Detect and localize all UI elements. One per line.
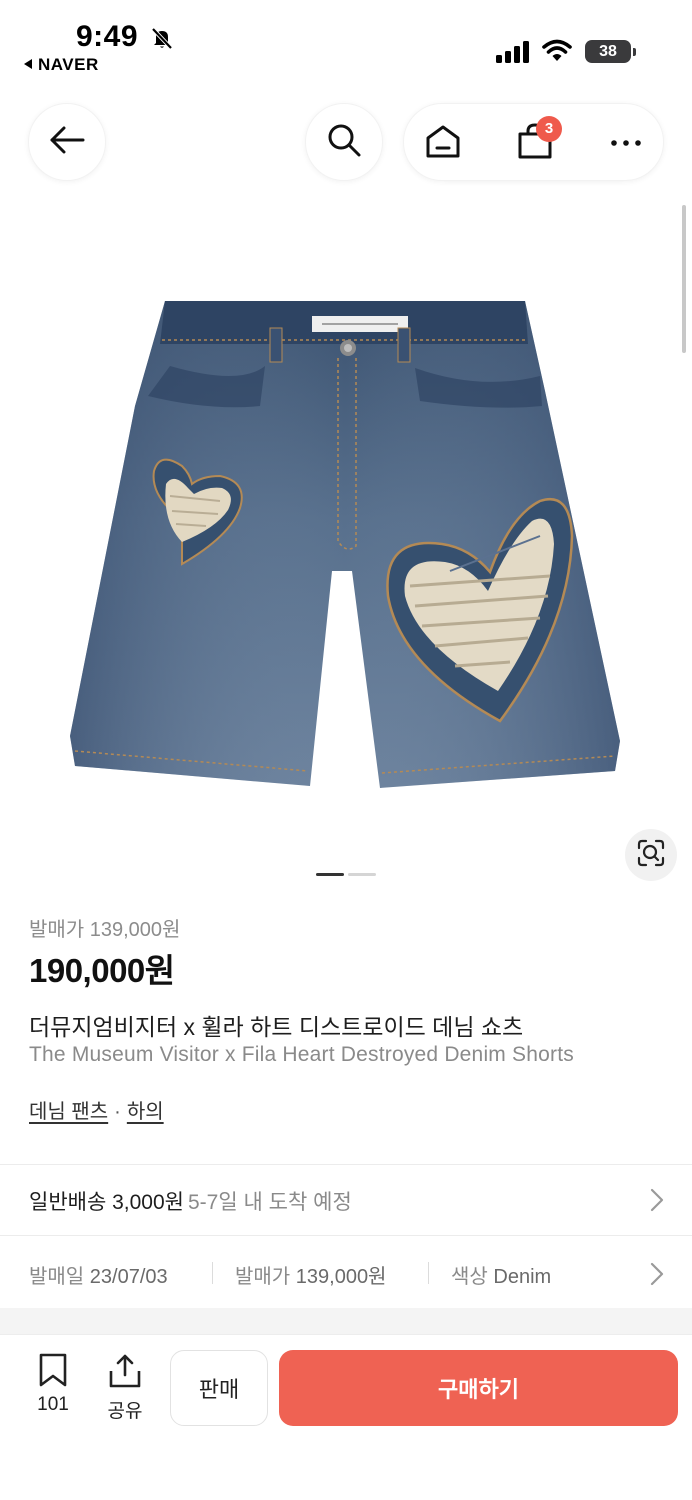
release-price-info: 발매가 139,000원: [235, 1260, 386, 1289]
category-link-bottoms[interactable]: 하의: [127, 1101, 164, 1123]
battery-indicator: 38: [585, 40, 636, 63]
search-button[interactable]: [305, 103, 383, 181]
arrow-left-icon: [49, 125, 85, 160]
cart-button[interactable]: [496, 104, 574, 182]
meta-separator: [212, 1262, 213, 1284]
bookmark-icon: [37, 1353, 69, 1391]
shipping-info: 일반배송 3,000원 5-7일 내 도착 예정: [29, 1186, 352, 1216]
status-time: 9:49: [76, 20, 139, 53]
share-icon: [108, 1354, 142, 1393]
back-button[interactable]: [28, 103, 106, 181]
current-price: 190,000원: [29, 952, 175, 989]
product-name-korean: 더뮤지엄비지터 x 휠라 하트 디스트로이드 데님 쇼츠: [29, 1014, 524, 1040]
image-search-button[interactable]: [625, 829, 677, 881]
search-icon: [326, 122, 362, 163]
release-price-label: 발매가 139,000원: [29, 919, 181, 941]
color-label: 색상: [451, 1266, 488, 1288]
cellular-signal-icon: [496, 41, 530, 68]
product-image[interactable]: [70, 296, 622, 792]
divider: [0, 1164, 692, 1165]
back-to-app-link[interactable]: NAVER: [24, 55, 99, 75]
buy-button[interactable]: 구매하기: [279, 1350, 678, 1426]
category-separator: ·: [114, 1101, 121, 1123]
bell-muted-icon: [150, 26, 174, 55]
chevron-right-icon: [650, 1262, 664, 1291]
meta-release-price-value: 139,000원: [295, 1266, 387, 1288]
cart-count-badge: 3: [536, 116, 562, 142]
release-date-info: 발매일 23/07/03: [29, 1260, 168, 1289]
release-date-value: 23/07/03: [89, 1266, 168, 1288]
category-link-denim-pants[interactable]: 데님 팬츠: [29, 1101, 108, 1123]
shipping-row[interactable]: 일반배송 3,000원 5-7일 내 도착 예정: [0, 1166, 692, 1234]
wifi-icon: [542, 38, 572, 67]
shipping-eta: 5-7일 내 도착 예정: [188, 1191, 352, 1214]
pager-dot-active[interactable]: [316, 873, 344, 876]
home-button[interactable]: [404, 104, 482, 182]
chevron-right-icon: [650, 1188, 664, 1217]
category-breadcrumb: 데님 팬츠 · 하의: [29, 1095, 164, 1124]
more-dots-icon: [610, 134, 642, 152]
meta-release-price-label: 발매가: [235, 1266, 291, 1288]
more-button[interactable]: [587, 104, 665, 182]
home-icon: [424, 123, 462, 164]
back-triangle-icon: [24, 59, 32, 69]
nav-actions-group: [403, 103, 664, 181]
product-meta-row[interactable]: 발매일 23/07/03 발매가 139,000원 색상 Denim: [0, 1236, 692, 1308]
lens-scan-icon: [637, 839, 665, 872]
image-pager: [316, 873, 376, 891]
back-app-label: NAVER: [38, 55, 99, 74]
shipping-fee: 일반배송 3,000원: [29, 1191, 184, 1214]
meta-separator: [428, 1262, 429, 1284]
share-label: 공유: [107, 1401, 143, 1422]
bottom-action-bar: 101 공유 판매 구매하기: [0, 1334, 692, 1500]
pager-dot[interactable]: [348, 873, 376, 876]
share-button[interactable]: 공유: [98, 1353, 152, 1423]
status-bar: 9:49 NAVER 38: [0, 0, 692, 80]
bookmark-count: 101: [37, 1394, 69, 1415]
bookmark-button[interactable]: 101: [26, 1353, 80, 1416]
scroll-indicator: [682, 205, 686, 353]
product-name-english: The Museum Visitor x Fila Heart Destroye…: [29, 1043, 574, 1066]
release-date-label: 발매일: [29, 1266, 85, 1288]
sell-button[interactable]: 판매: [170, 1350, 268, 1426]
color-value: Denim: [493, 1266, 552, 1288]
color-info: 색상 Denim: [451, 1260, 551, 1289]
